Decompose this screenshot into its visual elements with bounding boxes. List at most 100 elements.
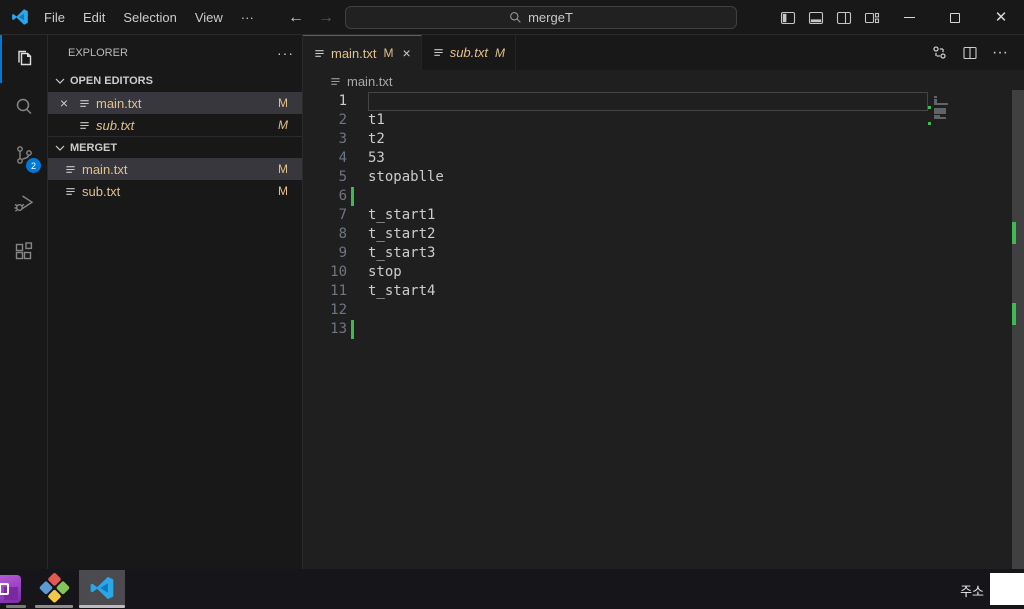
purple-app-icon[interactable] (0, 575, 21, 603)
code-line[interactable]: 6 (303, 187, 928, 206)
code-line[interactable]: 2 t1 (303, 111, 928, 130)
code-line[interactable]: 10 stop (303, 263, 928, 282)
maximize-button[interactable] (932, 0, 978, 35)
close-button[interactable]: ✕ (978, 0, 1024, 35)
file-sub-txt[interactable]: sub.txt M (48, 180, 302, 202)
git-gutter (351, 244, 354, 263)
open-changes-icon[interactable] (931, 44, 948, 61)
titlebar: File Edit Selection View ··· ← → mergeT (0, 0, 1024, 35)
minimap[interactable] (928, 92, 1012, 152)
editor-scrollbar[interactable] (1012, 90, 1024, 569)
line-number: 5 (338, 169, 347, 185)
toggle-sidebar-icon[interactable] (774, 0, 802, 35)
line-text[interactable]: t2 (368, 130, 928, 149)
vscode-taskbar-button[interactable] (79, 570, 125, 606)
line-text[interactable]: stopablle (368, 168, 928, 187)
line-text[interactable]: t_start3 (368, 244, 928, 263)
minimap-text-mark (934, 103, 948, 106)
git-added-indicator (351, 187, 354, 206)
editor-more-actions[interactable]: ··· (992, 44, 1008, 62)
file-main-txt[interactable]: main.txt M (48, 158, 302, 180)
taskbar-address-input[interactable] (990, 573, 1024, 605)
line-text[interactable] (368, 92, 928, 111)
menu-edit[interactable]: Edit (74, 6, 114, 29)
line-number: 4 (338, 150, 347, 166)
text-file-icon (64, 163, 77, 176)
merge-tool-icon[interactable] (38, 572, 71, 604)
modified-badge: M (278, 184, 288, 198)
code-line[interactable]: 8 t_start2 (303, 225, 928, 244)
menu-view[interactable]: View (186, 6, 232, 29)
maximize-icon (950, 12, 960, 23)
activitybar-source-control[interactable]: 2 (0, 131, 47, 179)
command-center-search[interactable]: mergeT (345, 6, 737, 29)
line-number: 6 (338, 188, 347, 204)
toggle-panel-icon[interactable] (802, 0, 830, 35)
search-icon (16, 98, 32, 115)
forward-arrow-icon[interactable]: → (318, 0, 334, 35)
section-merget-folder[interactable]: MERGET (48, 136, 302, 158)
line-text[interactable] (368, 301, 928, 320)
activitybar-search[interactable] (0, 83, 47, 131)
code-line[interactable]: 5 stopablle (303, 168, 928, 187)
tab-sub-txt[interactable]: sub.txt M (422, 35, 516, 70)
text-file-icon (78, 119, 91, 132)
menu-overflow-button[interactable]: ··· (232, 6, 263, 29)
close-editor-icon[interactable]: × (56, 95, 72, 111)
modified-badge: M (278, 162, 288, 176)
code-line[interactable]: 4 53 (303, 149, 928, 168)
code-line[interactable]: 3 t2 (303, 130, 928, 149)
tab-close-icon[interactable]: × (403, 45, 411, 61)
back-arrow-icon[interactable]: ← (288, 0, 304, 35)
git-gutter (351, 225, 354, 244)
git-gutter (351, 111, 354, 130)
line-number: 9 (338, 245, 347, 261)
section-open-editors[interactable]: OPEN EDITORS (48, 70, 302, 92)
open-editor-sub-txt[interactable]: sub.txt M (48, 114, 302, 136)
customize-layout-icon[interactable] (858, 0, 886, 35)
editor-group: main.txt M × sub.txt M ··· main.txt 1 2 … (303, 35, 1024, 569)
minimap-added-mark (928, 105, 931, 109)
tab-main-txt[interactable]: main.txt M × (303, 35, 422, 70)
code-line[interactable]: 11 t_start4 (303, 282, 928, 301)
minimize-button[interactable] (886, 0, 932, 35)
file-name: sub.txt (82, 183, 121, 199)
menu-selection[interactable]: Selection (114, 6, 185, 29)
running-app-indicator (6, 605, 26, 608)
minimize-icon (903, 17, 915, 18)
activitybar-extensions[interactable] (0, 227, 47, 275)
line-text[interactable]: t_start1 (368, 206, 928, 225)
vscode-window: File Edit Selection View ··· ← → mergeT (0, 0, 1024, 569)
run-debug-icon (14, 195, 33, 212)
line-text[interactable]: t_start4 (368, 282, 928, 301)
split-editor-icon[interactable] (962, 45, 978, 61)
tab-bar: main.txt M × sub.txt M ··· (303, 35, 1024, 70)
text-file-icon (78, 97, 91, 110)
line-number: 11 (330, 283, 347, 299)
line-text[interactable]: t_start2 (368, 225, 928, 244)
toggle-secondary-sidebar-icon[interactable] (830, 0, 858, 35)
line-number: 7 (338, 207, 347, 223)
vscode-logo-icon (11, 8, 29, 26)
line-text[interactable]: t1 (368, 111, 928, 130)
line-text[interactable]: stop (368, 263, 928, 282)
code-line[interactable]: 12 (303, 301, 928, 320)
desktop: File Edit Selection View ··· ← → mergeT (0, 0, 1024, 609)
activitybar-run-debug[interactable] (0, 179, 47, 227)
sidebar-title: EXPLORER (68, 46, 128, 59)
code-line[interactable]: 7 t_start1 (303, 206, 928, 225)
code-line[interactable]: 9 t_start3 (303, 244, 928, 263)
line-text[interactable] (368, 320, 928, 339)
breadcrumb-item[interactable]: main.txt (347, 74, 393, 89)
tab-modified-badge: M (383, 46, 394, 60)
code-line[interactable]: 13 (303, 320, 928, 339)
line-number: 10 (330, 264, 347, 280)
address-toolbar-label: 주소 (960, 584, 984, 599)
open-editor-main-txt[interactable]: × main.txt M (48, 92, 302, 114)
sidebar-more-actions[interactable]: ··· (277, 45, 294, 61)
activitybar-explorer[interactable] (0, 35, 47, 83)
line-text[interactable] (368, 187, 928, 206)
menu-file[interactable]: File (35, 6, 74, 29)
line-text[interactable]: 53 (368, 149, 928, 168)
code-line[interactable]: 1 (303, 92, 928, 111)
